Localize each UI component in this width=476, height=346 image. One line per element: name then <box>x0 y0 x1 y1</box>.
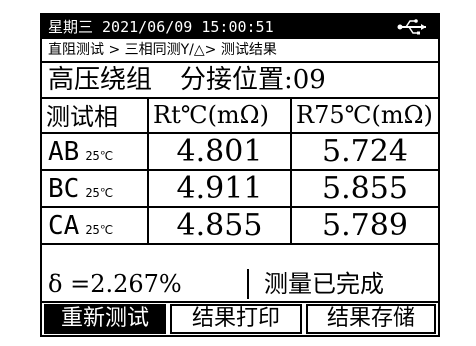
instrument-screen: 星期三 2021/06/09 15:00:51 直阻测试 > 三相同测Y/△> … <box>40 13 440 337</box>
tap-position: 分接位置:09 <box>180 65 326 95</box>
save-button[interactable]: 结果存储 <box>306 304 436 334</box>
phase-label: CA <box>48 210 80 241</box>
delta-value: δ =2.267% <box>48 270 182 298</box>
temperature-label: 25℃ <box>85 148 114 163</box>
breadcrumb-text: 直阻测试 > 三相同测Y/△> 测试结果 <box>48 42 277 58</box>
datetime: 星期三 2021/06/09 15:00:51 <box>48 18 274 36</box>
divider <box>247 269 249 299</box>
header-phase: 测试相 <box>42 97 149 134</box>
table-row: BC 25℃ 4.911 5.855 <box>42 169 438 208</box>
breadcrumb: 直阻测试 > 三相同测Y/△> 测试结果 <box>42 39 438 63</box>
usb-icon <box>397 19 426 35</box>
header-rt: Rt℃(mΩ) <box>147 97 292 134</box>
r75-value: 5.855 <box>290 169 438 208</box>
button-row: 重新测试 结果打印 结果存储 <box>42 303 438 335</box>
table-row: CA 25℃ 4.855 5.789 <box>42 206 438 245</box>
phase-label: AB <box>48 136 80 167</box>
temperature-label: 25℃ <box>85 185 114 200</box>
summary-row: δ =2.267% 测量已完成 <box>42 267 438 303</box>
table-row: AB 25℃ 4.801 5.724 <box>42 132 438 171</box>
phase-cell: CA 25℃ <box>42 206 149 245</box>
temperature-label: 25℃ <box>85 222 114 237</box>
rt-value: 4.801 <box>147 132 292 171</box>
table-header-row: 测试相 Rt℃(mΩ) R75℃(mΩ) <box>42 97 438 134</box>
retest-button[interactable]: 重新测试 <box>44 304 166 334</box>
phase-cell: AB 25℃ <box>42 132 149 171</box>
status-bar: 星期三 2021/06/09 15:00:51 <box>42 15 438 39</box>
rt-value: 4.855 <box>147 206 292 245</box>
results-table: 测试相 Rt℃(mΩ) R75℃(mΩ) AB 25℃ 4.801 5.724 B… <box>42 97 438 245</box>
r75-value: 5.789 <box>290 206 438 245</box>
rt-value: 4.911 <box>147 169 292 208</box>
measurement-status: 测量已完成 <box>264 270 384 298</box>
header-r75: R75℃(mΩ) <box>290 97 438 134</box>
phase-cell: BC 25℃ <box>42 169 149 208</box>
winding-header: 高压绕组 分接位置:09 <box>42 63 438 99</box>
phase-label: BC <box>48 173 80 204</box>
winding-title: 高压绕组 <box>48 65 153 95</box>
print-button[interactable]: 结果打印 <box>170 304 302 334</box>
r75-value: 5.724 <box>290 132 438 171</box>
